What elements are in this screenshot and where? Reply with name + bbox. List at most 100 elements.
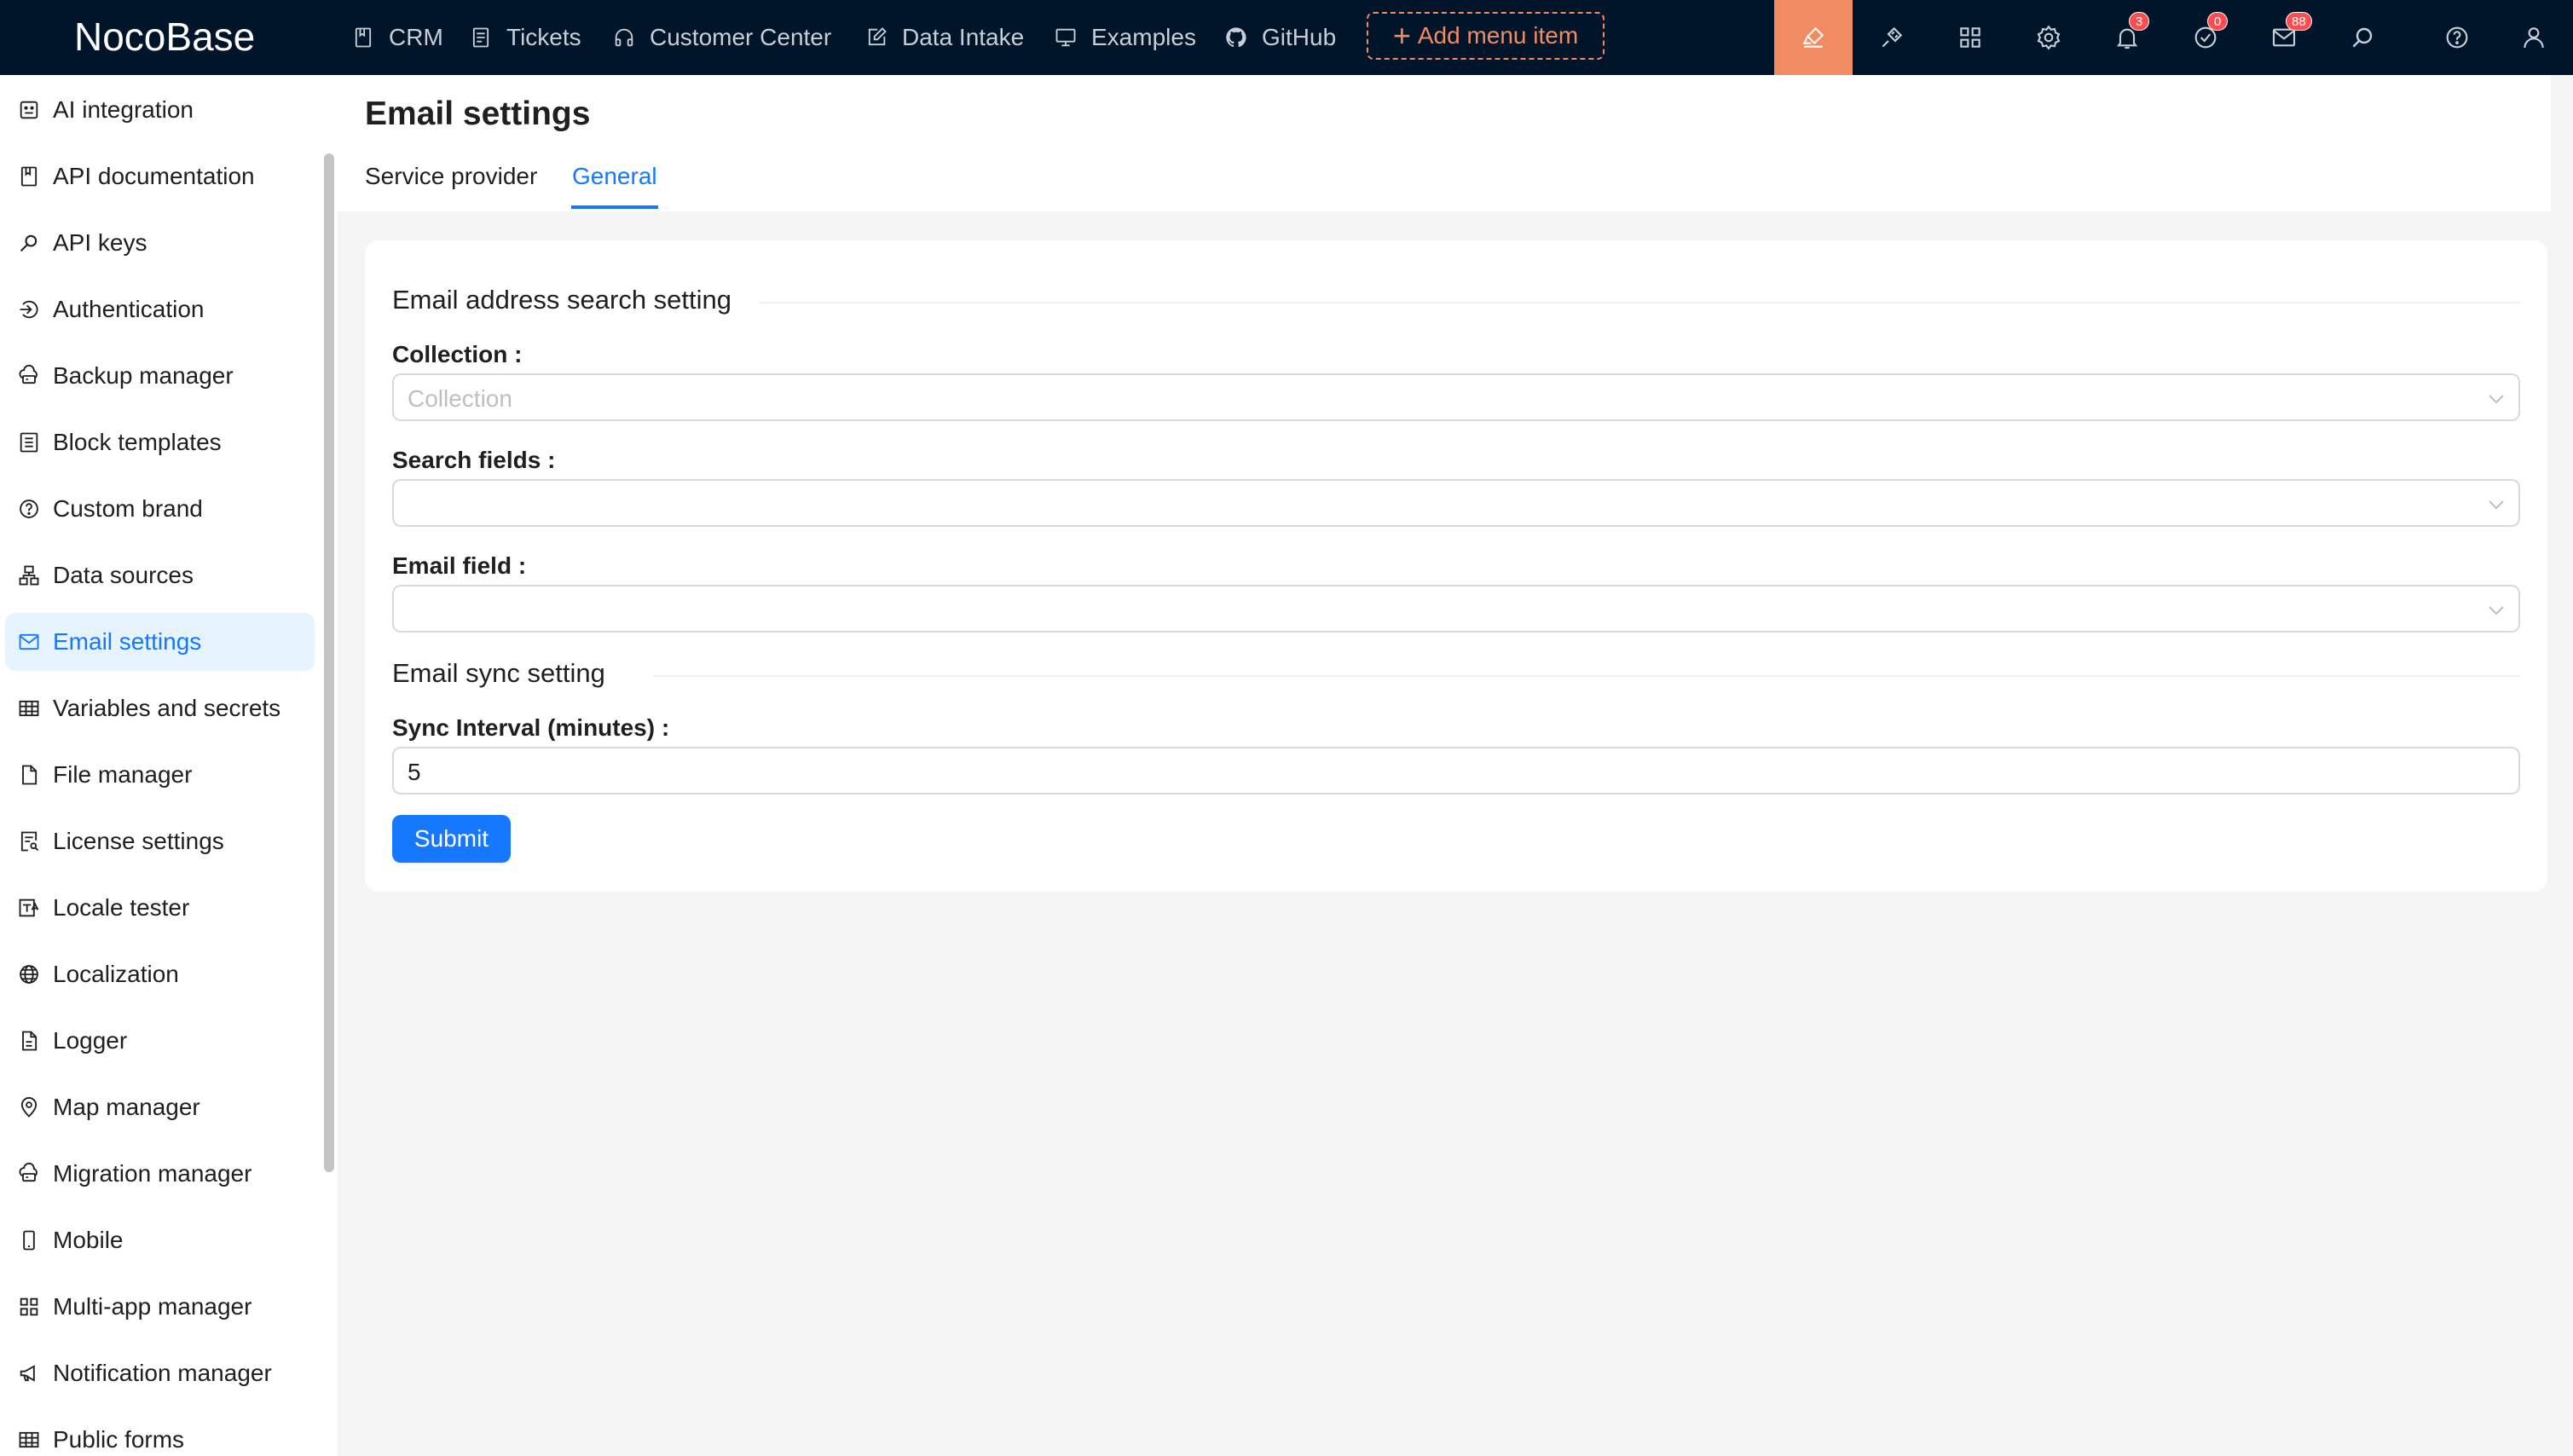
user-icon (2520, 24, 2547, 51)
sidebar-item-api-documentation[interactable]: API documentation (5, 147, 315, 205)
sidebar-item-map-manager[interactable]: Map manager (5, 1078, 315, 1136)
collection-placeholder: Collection (408, 385, 512, 413)
page-header: Email settings Service provider General (338, 75, 2551, 211)
sidebar-item-localization[interactable]: Localization (5, 945, 315, 1003)
sidebar-item-backup-manager[interactable]: Backup manager (5, 347, 315, 405)
sidebar-item-block-templates[interactable]: Block templates (5, 413, 315, 471)
key-icon (17, 231, 41, 255)
sidebar-item-label: Notification manager (53, 1360, 272, 1387)
sidebar-item-migration-manager[interactable]: Migration manager (5, 1145, 315, 1203)
sidebar-scrollbar[interactable] (324, 153, 334, 1172)
sidebar-item-notification-manager[interactable]: Notification manager (5, 1344, 315, 1402)
form-icon (469, 26, 493, 49)
sidebar-item-custom-brand[interactable]: Custom brand (5, 480, 315, 538)
file-search-icon (17, 829, 41, 853)
sync-interval-input[interactable]: 5 (392, 747, 2520, 794)
sidebar-item-label: Migration manager (53, 1160, 252, 1187)
tab-general[interactable]: General (572, 163, 657, 190)
tasks-badge: 0 (2207, 12, 2228, 31)
notifications-button[interactable]: 3 (2088, 0, 2166, 75)
page-title: Email settings (365, 95, 590, 133)
mobile-icon (17, 1228, 41, 1252)
environment-icon (17, 1095, 41, 1119)
app-logo[interactable]: NocoBase (74, 14, 255, 60)
nav-item-label: Data Intake (902, 24, 1024, 51)
top-bar: NocoBase CRM Tickets Customer Center Dat… (0, 0, 2573, 75)
settings-button[interactable] (2009, 0, 2088, 75)
user-menu-button[interactable] (2495, 0, 2573, 75)
sidebar-item-email-settings[interactable]: Email settings (5, 613, 315, 671)
mail-button[interactable]: 88 (2245, 0, 2323, 75)
nav-item-label: CRM (389, 24, 443, 51)
login-icon (17, 298, 41, 321)
sidebar-item-label: Email settings (53, 628, 201, 656)
nav-item-label: Tickets (506, 24, 581, 51)
mail-badge: 88 (2286, 12, 2312, 31)
sidebar-item-data-sources[interactable]: Data sources (5, 546, 315, 604)
sidebar-item-label: Localization (53, 961, 179, 988)
sidebar-item-multi-app-manager[interactable]: Multi-app manager (5, 1278, 315, 1336)
sidebar-item-logger[interactable]: Logger (5, 1012, 315, 1070)
email-field-select[interactable] (392, 585, 2520, 633)
add-menu-item-button[interactable]: + Add menu item (1367, 12, 1605, 60)
tasks-button[interactable]: 0 (2166, 0, 2245, 75)
sidebar-item-label: File manager (53, 761, 192, 789)
table-icon (17, 696, 41, 720)
sidebar-item-label: Public forms (53, 1426, 184, 1453)
sidebar-item-label: Map manager (53, 1094, 200, 1121)
sidebar-item-label: Variables and secrets (53, 695, 280, 722)
sidebar-item-label: Block templates (53, 429, 222, 456)
plug-icon (1878, 24, 1905, 51)
sidebar-item-label: Locale tester (53, 894, 189, 922)
collection-label: Collection : (392, 341, 522, 368)
appstore-icon (1957, 24, 1984, 51)
cloud-server-icon (17, 364, 41, 388)
search-button[interactable] (2323, 0, 2402, 75)
nav-item-examples[interactable]: Examples (1054, 0, 1196, 75)
collection-label-text: Collection (392, 341, 507, 367)
help-button[interactable] (2418, 0, 2496, 75)
sidebar-item-license-settings[interactable]: License settings (5, 812, 315, 870)
collection-select[interactable]: Collection (392, 373, 2520, 421)
github-icon (1224, 26, 1248, 49)
app-store-button[interactable] (1931, 0, 2009, 75)
sidebar-item-label: Multi-app manager (53, 1293, 252, 1320)
sidebar-item-api-keys[interactable]: API keys (5, 214, 315, 272)
nav-item-tickets[interactable]: Tickets (469, 0, 581, 75)
nav-item-label: Customer Center (650, 24, 831, 51)
search-icon (2349, 24, 2376, 51)
search-fields-select[interactable] (392, 479, 2520, 527)
submit-button[interactable]: Submit (392, 815, 511, 863)
sidebar-item-variables-and-secrets[interactable]: Variables and secrets (5, 679, 315, 737)
ui-editor-button[interactable] (1774, 0, 1853, 75)
sidebar-item-label: API keys (53, 229, 147, 257)
sidebar-item-label: API documentation (53, 163, 255, 190)
mail-icon (17, 630, 41, 654)
sidebar-item-file-manager[interactable]: File manager (5, 746, 315, 804)
highlight-icon (1800, 24, 1827, 51)
tab-service-provider[interactable]: Service provider (365, 163, 537, 190)
nav-item-github[interactable]: GitHub (1224, 0, 1336, 75)
sidebar-item-public-forms[interactable]: Public forms (5, 1411, 315, 1456)
section-divider (759, 302, 2520, 303)
sidebar-item-mobile[interactable]: Mobile (5, 1211, 315, 1269)
question-circle-icon (17, 497, 41, 521)
appstore-icon (17, 1295, 41, 1319)
sidebar-item-locale-tester[interactable]: Locale tester (5, 879, 315, 937)
translation-icon (17, 896, 41, 920)
sync-interval-label-text: Sync Interval (minutes) (392, 714, 655, 741)
nav-item-data-intake[interactable]: Data Intake (864, 0, 1024, 75)
sidebar-item-label: Mobile (53, 1227, 123, 1254)
notification-icon (17, 1361, 41, 1385)
layout-icon (17, 430, 41, 454)
monitor-icon (1054, 26, 1078, 49)
nav-item-crm[interactable]: CRM (351, 0, 443, 75)
sidebar-item-authentication[interactable]: Authentication (5, 280, 315, 338)
sidebar-item-ai-integration[interactable]: AI integration (5, 81, 315, 139)
search-fields-label-text: Search fields (392, 447, 541, 473)
sidebar-item-label: Backup manager (53, 362, 234, 390)
nav-item-customer-center[interactable]: Customer Center (612, 0, 831, 75)
chevron-down-icon (2486, 600, 2507, 621)
email-field-label-text: Email field (392, 552, 512, 579)
plugin-manager-button[interactable] (1853, 0, 1931, 75)
